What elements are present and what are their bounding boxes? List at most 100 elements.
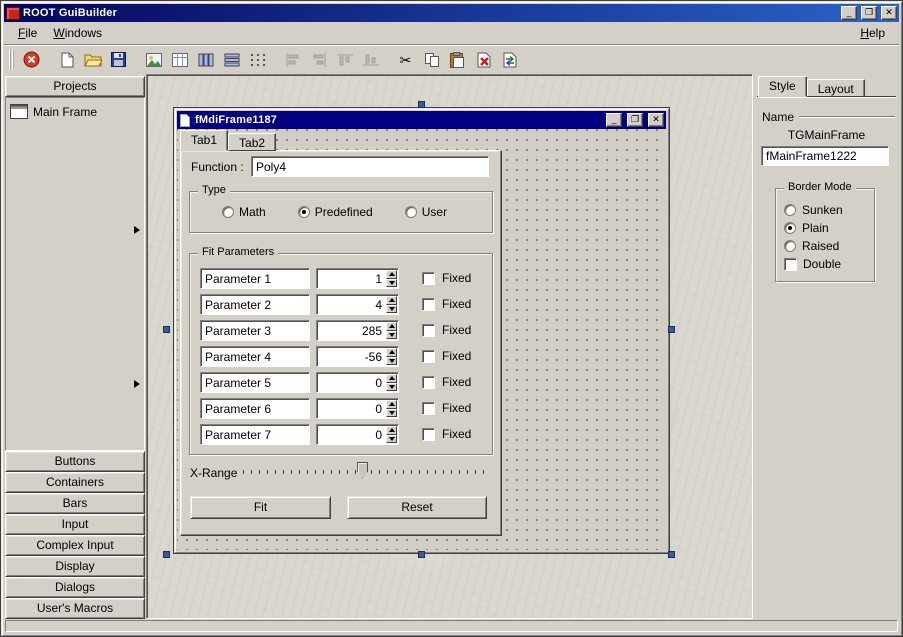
fixed-checkbox[interactable] [422,324,435,337]
fixed-checkbox[interactable] [422,376,435,389]
new-file-icon[interactable] [54,48,79,72]
shutter-bars-button[interactable]: Bars [5,493,145,514]
reset-button[interactable]: Reset [347,496,487,519]
selection-handle-left[interactable] [163,326,170,333]
tab-tab2[interactable]: Tab2 [228,133,276,151]
slider-thumb[interactable] [357,462,368,478]
user-radio[interactable] [405,206,417,218]
selection-handle-bottom-left[interactable] [163,551,170,558]
shutter-complex-input-button[interactable]: Complex Input [5,535,145,556]
fixed-checkbox[interactable] [422,298,435,311]
spin-up-button[interactable] [386,400,397,409]
spin-up-button[interactable] [386,348,397,357]
maximize-button[interactable]: ❐ [861,6,877,20]
spin-up-button[interactable] [386,322,397,331]
delete-icon[interactable] [471,48,496,72]
break-layout-icon[interactable] [245,48,270,72]
shutter-input-button[interactable]: Input [5,514,145,535]
param-name-input[interactable] [200,398,310,419]
spin-down-button[interactable] [386,383,397,392]
param-name-input[interactable] [200,424,310,445]
horizontal-layout-icon[interactable] [219,48,244,72]
shutter-containers-button[interactable]: Containers [5,472,145,493]
main-frame-item[interactable]: Main Frame [6,98,144,125]
align-left-icon[interactable] [280,48,305,72]
spin-up-button[interactable] [386,426,397,435]
mdi-maximize-button[interactable]: ❐ [627,113,643,127]
widget-name-input[interactable] [761,146,889,166]
shutter-dialogs-button[interactable]: Dialogs [5,577,145,598]
align-bottom-icon[interactable] [358,48,383,72]
tab-style[interactable]: Style [758,76,807,97]
border-mode-option-sunken[interactable]: Sunken [784,201,868,219]
mdi-frame[interactable]: fMdiFrame1187 _ ❐ ✕ Tab1 Tab2 Function : [173,107,670,554]
spin-down-button[interactable] [386,357,397,366]
spin-down-button[interactable] [386,331,397,340]
fixed-checkbox[interactable] [422,350,435,363]
shutter-projects-button[interactable]: Projects [5,76,145,97]
param-name-input[interactable] [200,372,310,393]
spin-up-button[interactable] [386,374,397,383]
border-mode-option-plain[interactable]: Plain [784,219,868,237]
param-name-input[interactable] [200,346,310,367]
replace-icon[interactable] [497,48,522,72]
design-canvas[interactable]: fMdiFrame1187 _ ❐ ✕ Tab1 Tab2 Function : [146,74,753,619]
spin-up-button[interactable] [386,270,397,279]
param-name-input[interactable] [200,268,310,289]
toolbar-grip[interactable] [9,49,14,70]
type-option-predefined[interactable]: Predefined [298,205,373,219]
selection-handle-bottom-right[interactable] [668,551,675,558]
fit-button[interactable]: Fit [190,496,331,519]
xrange-slider[interactable] [243,461,491,481]
titlebar[interactable]: ROOT GuiBuilder _ ❐ ✕ [4,4,899,22]
param-name-input[interactable] [200,320,310,341]
shutter-display-button[interactable]: Display [5,556,145,577]
frame-table-icon[interactable] [167,48,192,72]
spin-down-button[interactable] [386,409,397,418]
double-checkbox[interactable] [784,258,797,271]
predefined-radio[interactable] [298,206,310,218]
spin-up-button[interactable] [386,296,397,305]
align-right-icon[interactable] [306,48,331,72]
spin-down-button[interactable] [386,435,397,444]
mdi-minimize-button[interactable]: _ [606,113,622,127]
selection-handle-bottom[interactable] [418,551,425,558]
copy-icon[interactable] [419,48,444,72]
raised-radio[interactable] [784,240,796,252]
type-option-math[interactable]: Math [222,205,266,219]
selection-handle-top[interactable] [418,101,425,108]
shutter-users-macros-button[interactable]: User's Macros [5,598,145,619]
fixed-checkbox[interactable] [422,428,435,441]
picture-icon[interactable] [141,48,166,72]
vertical-layout-icon[interactable] [193,48,218,72]
paste-icon[interactable] [445,48,470,72]
border-mode-option-raised[interactable]: Raised [784,237,868,255]
close-button[interactable]: ✕ [881,6,897,20]
sunken-radio[interactable] [784,204,796,216]
fixed-checkbox[interactable] [422,402,435,415]
mdi-close-button[interactable]: ✕ [648,113,664,127]
mdi-content[interactable]: Tab1 Tab2 Function : Type Mat [177,129,666,550]
math-radio[interactable] [222,206,234,218]
border-mode-option-double[interactable]: Double [784,255,868,273]
plain-radio[interactable] [784,222,796,234]
open-folder-icon[interactable] [80,48,105,72]
menu-help[interactable]: Help [852,23,893,43]
save-icon[interactable] [106,48,131,72]
stop-icon[interactable] [19,48,44,72]
tab-tab1[interactable]: Tab1 [180,130,228,151]
function-input[interactable] [251,156,489,177]
type-option-user[interactable]: User [405,205,447,219]
shutter-expand-arrow[interactable] [134,380,144,388]
spin-down-button[interactable] [386,305,397,314]
selection-handle-right[interactable] [668,326,675,333]
minimize-button[interactable]: _ [841,6,857,20]
param-name-input[interactable] [200,294,310,315]
align-top-icon[interactable] [332,48,357,72]
fixed-checkbox[interactable] [422,272,435,285]
cut-icon[interactable]: ✂ [393,48,418,72]
mdi-titlebar[interactable]: fMdiFrame1187 _ ❐ ✕ [177,111,666,129]
spin-down-button[interactable] [386,279,397,288]
menu-file[interactable]: File [10,23,45,43]
shutter-buttons-button[interactable]: Buttons [5,451,145,472]
